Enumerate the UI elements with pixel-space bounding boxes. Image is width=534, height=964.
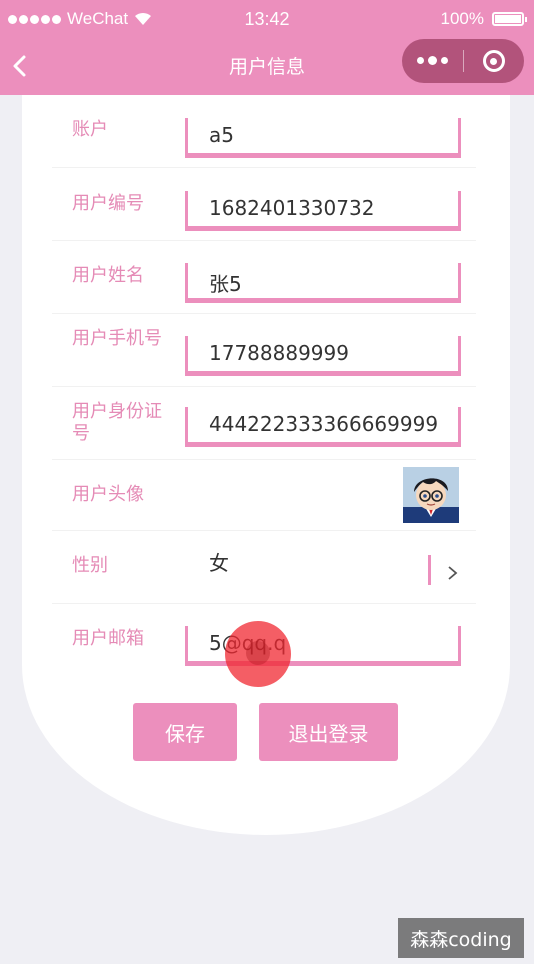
phone-input[interactable]: 17788889999: [185, 336, 461, 376]
field-value: a5: [209, 123, 234, 147]
field-row-account: 账户 a5: [52, 95, 476, 168]
mini-program-capsule: [402, 39, 524, 83]
target-icon: [482, 50, 505, 72]
logout-button[interactable]: 退出登录: [259, 703, 398, 761]
battery-percent: 100%: [440, 9, 484, 28]
field-value: 1682401330732: [209, 196, 375, 220]
field-row-gender[interactable]: 性别 女: [52, 531, 476, 604]
field-label: 用户邮箱: [72, 628, 144, 649]
watermark: 森森coding: [398, 918, 524, 958]
user-id-input[interactable]: 1682401330732: [185, 191, 461, 231]
field-label: 用户手机号: [72, 328, 162, 349]
picker-divider: [428, 555, 431, 585]
field-label: 用户身份证号: [72, 401, 162, 444]
field-row-user-id: 用户编号 1682401330732: [52, 168, 476, 241]
field-row-id-card: 用户身份证号 444222333366669999: [52, 387, 476, 460]
battery-icon: [492, 12, 527, 26]
field-label: 用户编号: [72, 193, 144, 214]
chevron-right-icon: [448, 566, 458, 580]
close-capsule-button[interactable]: [463, 50, 524, 72]
account-input[interactable]: a5: [185, 118, 461, 158]
field-value: 张5: [209, 272, 242, 296]
field-label: 性别: [72, 555, 108, 576]
gender-value: 女: [209, 551, 229, 575]
id-card-input[interactable]: 444222333366669999: [185, 407, 461, 447]
status-bar: WeChat 13:42 100%: [0, 0, 534, 38]
field-row-user-name: 用户姓名 张5: [52, 241, 476, 314]
field-row-phone: 用户手机号 17788889999: [52, 314, 476, 387]
field-value: 444222333366669999: [209, 412, 439, 436]
more-icon[interactable]: [402, 56, 463, 65]
nav-bar: 用户信息: [0, 38, 534, 95]
field-label: 用户姓名: [72, 265, 144, 286]
avatar[interactable]: [403, 467, 459, 523]
field-label: 用户头像: [72, 484, 144, 505]
status-right: 100%: [440, 9, 527, 29]
user-name-input[interactable]: 张5: [185, 263, 461, 303]
field-label: 账户: [72, 119, 108, 140]
touch-indicator: [225, 621, 291, 687]
save-button[interactable]: 保存: [133, 703, 237, 761]
field-row-avatar: 用户头像: [52, 458, 476, 531]
avatar-image: [403, 467, 459, 523]
field-value: 17788889999: [209, 341, 349, 365]
